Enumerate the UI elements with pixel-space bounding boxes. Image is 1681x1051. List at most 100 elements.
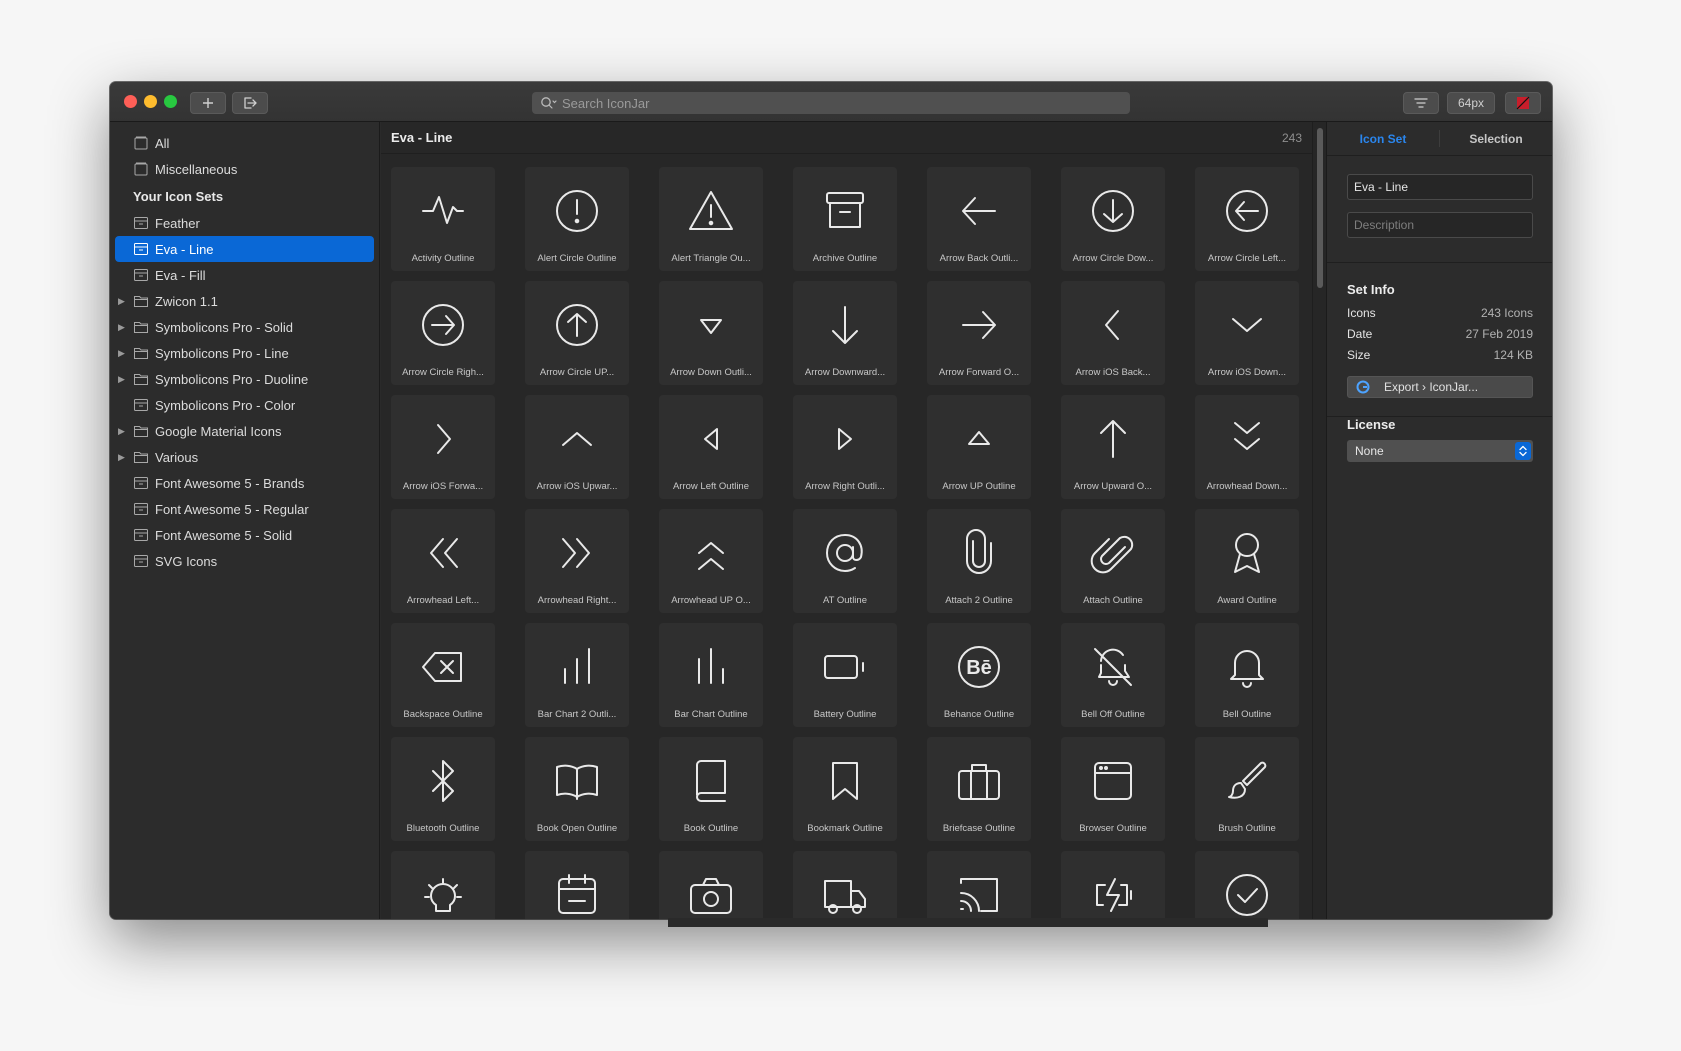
sidebar-item-symbolicons-pro-solid[interactable]: ▶ Symbolicons Pro - Solid: [115, 314, 374, 340]
icon-tile[interactable]: Arrow Down Outli...: [659, 281, 763, 385]
disclosure-triangle-icon[interactable]: ▶: [118, 348, 125, 359]
icon-tile[interactable]: [1195, 851, 1299, 919]
icon-tile[interactable]: Bell Outline: [1195, 623, 1299, 727]
icon-tile[interactable]: Briefcase Outline: [927, 737, 1031, 841]
icon-tile[interactable]: Arrow Circle UP...: [525, 281, 629, 385]
alert-triangle-outline-icon: [685, 185, 737, 237]
import-button[interactable]: [232, 92, 268, 114]
icon-tile[interactable]: Browser Outline: [1061, 737, 1165, 841]
icon-tile[interactable]: Arrow iOS Down...: [1195, 281, 1299, 385]
sidebar-item-font-awesome-5-regular[interactable]: Font Awesome 5 - Regular: [115, 496, 374, 522]
folder-icon: [133, 450, 149, 464]
scrollbar-thumb[interactable]: [1317, 128, 1323, 288]
export-button[interactable]: Export › IconJar...: [1347, 376, 1533, 398]
icon-tile[interactable]: Arrow Circle Dow...: [1061, 167, 1165, 271]
color-picker-button[interactable]: [1505, 92, 1541, 114]
icon-tile-label: Award Outline: [1217, 595, 1277, 606]
search-bar[interactable]: [532, 92, 1130, 114]
icon-tile[interactable]: Book Open Outline: [525, 737, 629, 841]
sidebar-item-google-material-icons[interactable]: ▶ Google Material Icons: [115, 418, 374, 444]
icon-tile[interactable]: Archive Outline: [793, 167, 897, 271]
tab-icon-set[interactable]: Icon Set: [1327, 122, 1439, 155]
icon-tile[interactable]: Arrowhead UP O...: [659, 509, 763, 613]
bulb-outline-icon: [417, 869, 469, 919]
disclosure-triangle-icon[interactable]: ▶: [118, 426, 125, 437]
icon-tile[interactable]: Arrowhead Right...: [525, 509, 629, 613]
tab-selection[interactable]: Selection: [1440, 122, 1552, 155]
icon-tile[interactable]: Alert Triangle Ou...: [659, 167, 763, 271]
icon-tile[interactable]: [927, 851, 1031, 919]
sidebar-item-font-awesome-5-brands[interactable]: Font Awesome 5 - Brands: [115, 470, 374, 496]
icon-tile[interactable]: Arrow Circle Righ...: [391, 281, 495, 385]
icon-tile[interactable]: Arrow Circle Left...: [1195, 167, 1299, 271]
sidebar-item-miscellaneous[interactable]: Miscellaneous: [115, 156, 374, 182]
icon-tile[interactable]: Bookmark Outline: [793, 737, 897, 841]
icon-tile[interactable]: Battery Outline: [793, 623, 897, 727]
icon-tile[interactable]: [1061, 851, 1165, 919]
set-name-field[interactable]: [1347, 174, 1533, 200]
sidebar-item-symbolicons-pro-duoline[interactable]: ▶ Symbolicons Pro - Duoline: [115, 366, 374, 392]
icon-tile[interactable]: Bar Chart 2 Outli...: [525, 623, 629, 727]
icon-size-button[interactable]: 64px: [1447, 92, 1495, 114]
disclosure-triangle-icon[interactable]: ▶: [118, 452, 125, 463]
sidebar-item-font-awesome-5-solid[interactable]: Font Awesome 5 - Solid: [115, 522, 374, 548]
icon-tile[interactable]: Arrow Left Outline: [659, 395, 763, 499]
icon-tile[interactable]: Arrow Forward O...: [927, 281, 1031, 385]
icon-tile[interactable]: Book Outline: [659, 737, 763, 841]
icon-tile[interactable]: Bē Behance Outline: [927, 623, 1031, 727]
icon-tile-label: Bar Chart Outline: [674, 709, 748, 720]
bell-off-outline-icon: [1087, 641, 1139, 693]
icon-tile[interactable]: Arrowhead Down...: [1195, 395, 1299, 499]
sidebar-item-symbolicons-pro-color[interactable]: Symbolicons Pro - Color: [115, 392, 374, 418]
icon-tile[interactable]: Brush Outline: [1195, 737, 1299, 841]
sidebar-item-svg-icons[interactable]: SVG Icons: [115, 548, 374, 574]
sidebar-item-label: Miscellaneous: [155, 161, 238, 177]
info-key: Date: [1347, 327, 1373, 341]
icon-tile[interactable]: Backspace Outline: [391, 623, 495, 727]
icon-tile[interactable]: [391, 851, 495, 919]
icon-tile[interactable]: Arrow Right Outli...: [793, 395, 897, 499]
sidebar-item-eva-fill[interactable]: Eva - Fill: [115, 262, 374, 288]
grid-scrollbar[interactable]: [1312, 122, 1326, 919]
disclosure-triangle-icon[interactable]: ▶: [118, 296, 125, 307]
icon-tile[interactable]: Arrow Back Outli...: [927, 167, 1031, 271]
minimize-window-button[interactable]: [144, 95, 157, 108]
add-button[interactable]: [190, 92, 226, 114]
sidebar-item-zwicon-1-1[interactable]: ▶ Zwicon 1.1: [115, 288, 374, 314]
icon-tile[interactable]: Arrow Upward O...: [1061, 395, 1165, 499]
icon-tile[interactable]: [793, 851, 897, 919]
icon-tile[interactable]: Arrow Downward...: [793, 281, 897, 385]
icon-tile[interactable]: Award Outline: [1195, 509, 1299, 613]
disclosure-triangle-icon[interactable]: ▶: [118, 374, 125, 385]
icon-tile[interactable]: Arrow iOS Upwar...: [525, 395, 629, 499]
icon-tile[interactable]: Attach 2 Outline: [927, 509, 1031, 613]
icon-tile-label: Arrow Circle Left...: [1207, 253, 1287, 264]
icon-tile[interactable]: Arrow UP Outline: [927, 395, 1031, 499]
icon-tile[interactable]: Arrow iOS Back...: [1061, 281, 1165, 385]
icon-tile[interactable]: Arrowhead Left...: [391, 509, 495, 613]
sidebar-item-label: Font Awesome 5 - Solid: [155, 527, 293, 543]
icon-tile[interactable]: Arrow iOS Forwa...: [391, 395, 495, 499]
disclosure-triangle-icon[interactable]: ▶: [118, 322, 125, 333]
icon-tile[interactable]: [659, 851, 763, 919]
license-select[interactable]: None: [1347, 440, 1533, 462]
sidebar-item-feather[interactable]: Feather: [115, 210, 374, 236]
search-input[interactable]: [562, 95, 1102, 111]
icon-tile[interactable]: Alert Circle Outline: [525, 167, 629, 271]
description-field[interactable]: [1347, 212, 1533, 238]
filter-button[interactable]: [1403, 92, 1439, 114]
icon-tile[interactable]: Bell Off Outline: [1061, 623, 1165, 727]
icon-tile[interactable]: Bar Chart Outline: [659, 623, 763, 727]
icon-tile[interactable]: AT Outline: [793, 509, 897, 613]
maximize-window-button[interactable]: [164, 95, 177, 108]
sidebar-item-eva-line[interactable]: Eva - Line: [115, 236, 374, 262]
sidebar-item-various[interactable]: ▶ Various: [115, 444, 374, 470]
close-window-button[interactable]: [124, 95, 137, 108]
icon-tile[interactable]: Attach Outline: [1061, 509, 1165, 613]
icon-tile[interactable]: Bluetooth Outline: [391, 737, 495, 841]
icon-tile[interactable]: Activity Outline: [391, 167, 495, 271]
sidebar-item-symbolicons-pro-line[interactable]: ▶ Symbolicons Pro - Line: [115, 340, 374, 366]
icon-tile[interactable]: [525, 851, 629, 919]
icon-tile-label: Alert Circle Outline: [537, 253, 617, 264]
sidebar-item-all[interactable]: All: [115, 130, 374, 156]
